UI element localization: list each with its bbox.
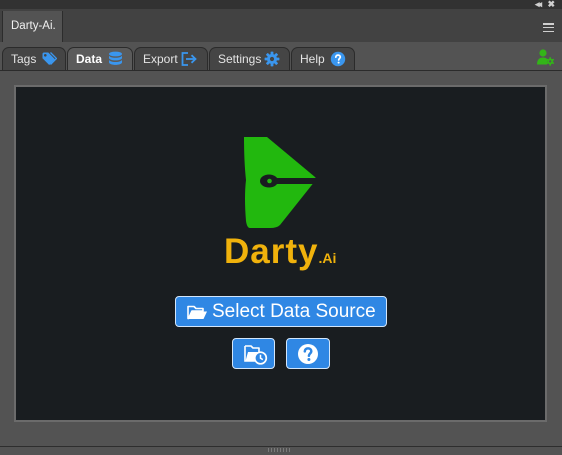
- question-circle-icon: [298, 344, 318, 364]
- tab-help-label: Help: [300, 52, 325, 66]
- database-icon: [109, 51, 122, 65]
- logo-word: Darty: [224, 232, 319, 271]
- tab-bar: Tags Data Export Settings Help: [0, 44, 562, 71]
- folder-clock-icon: [244, 345, 268, 365]
- tab-bar-divider: [0, 70, 562, 71]
- resize-grip[interactable]: [268, 448, 292, 452]
- tab-settings-label: Settings: [218, 52, 262, 66]
- user-gear-icon[interactable]: [536, 48, 555, 66]
- tab-tags[interactable]: Tags: [2, 47, 66, 71]
- collapse-panel-button[interactable]: ◂◂: [535, 0, 542, 9]
- panel-title-tab[interactable]: Darty-Ai.: [2, 11, 63, 42]
- darty-logo-mark-icon: [244, 137, 318, 228]
- tab-data-label: Data: [76, 52, 103, 66]
- panel-bottom-divider: [0, 446, 562, 447]
- darty-logo-wordmark: Darty.Ai: [224, 232, 336, 272]
- gear-icon: [264, 51, 280, 67]
- folder-open-icon: [187, 305, 207, 320]
- tab-help[interactable]: Help: [291, 47, 355, 71]
- tab-settings[interactable]: Settings: [209, 47, 290, 71]
- logo-suffix: .Ai: [318, 250, 337, 266]
- panel-menu-icon[interactable]: [543, 23, 554, 33]
- tab-export-label: Export: [143, 52, 178, 66]
- close-panel-button[interactable]: ✖: [547, 0, 555, 9]
- tab-export[interactable]: Export: [134, 47, 208, 71]
- panel-header: Darty-Ai.: [0, 9, 562, 42]
- export-icon: [181, 52, 197, 66]
- select-data-source-button[interactable]: Select Data Source: [175, 296, 387, 327]
- tag-icon: [42, 52, 57, 65]
- panel-top-strip: ◂◂ ✖: [0, 0, 562, 9]
- help-button[interactable]: [286, 338, 330, 369]
- question-circle-icon: [330, 51, 346, 67]
- tab-tags-label: Tags: [11, 52, 37, 66]
- tab-data[interactable]: Data: [67, 47, 133, 71]
- select-data-source-label: Select Data Source: [212, 301, 376, 322]
- recent-data-sources-button[interactable]: [232, 338, 275, 369]
- panel-title: Darty-Ai.: [11, 20, 56, 32]
